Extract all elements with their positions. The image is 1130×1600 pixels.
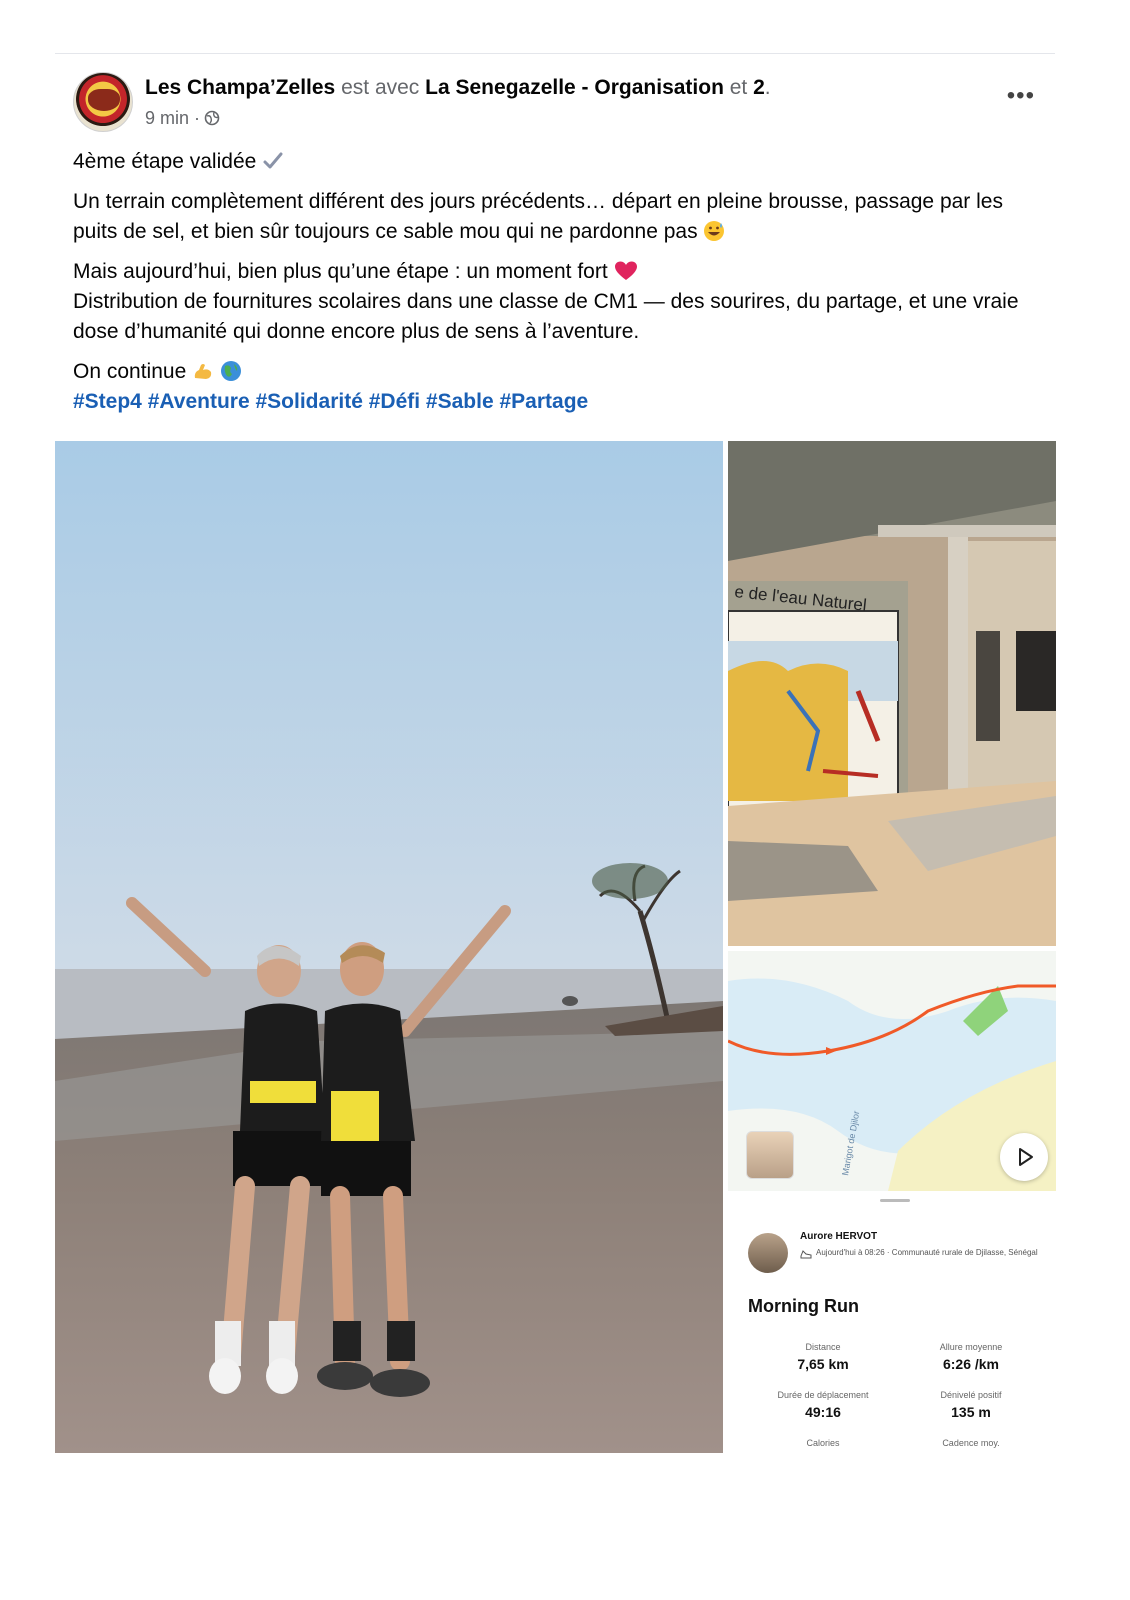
hashtag-link[interactable]: #Défi [369, 390, 420, 413]
stat-moving-time: Durée de déplacement 49:16 [777, 1390, 869, 1420]
activity-title: Morning Run [748, 1296, 859, 1316]
others-count[interactable]: 2 [753, 76, 765, 99]
athlete-name[interactable]: Aurore HERVOT [800, 1231, 877, 1242]
play-icon [1019, 1148, 1033, 1166]
hashtag-link[interactable]: #Aventure [148, 390, 250, 413]
photo-thumbnail[interactable] [746, 1131, 794, 1179]
stat-pace: Allure moyenne 6:26 /km [939, 1342, 1003, 1372]
hashtag-link[interactable]: #Partage [499, 390, 588, 413]
flexed-biceps-emoji-icon [192, 360, 214, 382]
post-time[interactable]: 9 min · [145, 106, 200, 130]
photo-runners-beach[interactable] [55, 441, 723, 1453]
tagged-page[interactable]: La Senegazelle - Organisation [425, 76, 724, 99]
activity-card: Aurore HERVOT Aujourd'hui à 08:26 · Comm… [728, 1191, 1056, 1453]
post-meta: 9 min · [145, 106, 220, 130]
more-options-icon[interactable]: ••• [1007, 84, 1035, 108]
red-heart-icon [614, 260, 638, 282]
post-header: Les Champa’Zelles est avec La Senegazell… [73, 72, 1035, 132]
post-paragraph-2: Un terrain complètement différent des jo… [73, 190, 1003, 243]
hashtag-link[interactable]: #Sable [426, 390, 494, 413]
post-body: 4ème étape validée Un terrain complèteme… [73, 147, 1038, 427]
stat-elevation: Dénivelé positif 135 m [940, 1390, 1002, 1420]
hashtag-link[interactable]: #Step4 [73, 390, 142, 413]
globe-earth-emoji-icon [220, 360, 242, 382]
post-paragraph-4: On continue #Step4 #Aventure #Solidarité… [73, 360, 589, 413]
globe-icon [204, 110, 220, 126]
stat-calories: Calories [806, 1438, 840, 1448]
post-line-1: 4ème étape validée [73, 147, 1038, 177]
athlete-avatar[interactable] [748, 1233, 788, 1273]
post-card: Les Champa’Zelles est avec La Senegazell… [55, 53, 1056, 1484]
post-author-line: Les Champa’Zelles est avec La Senegazell… [145, 76, 771, 99]
hashtag-link[interactable]: #Solidarité [256, 390, 363, 413]
strava-activity-screenshot[interactable]: Marigot de Djilor Aurore HERVOT Aujourd'… [728, 951, 1056, 1453]
play-button[interactable] [1000, 1133, 1048, 1181]
post-paragraph-3: Mais aujourd’hui, bien plus qu’une étape… [73, 260, 1019, 343]
shoe-icon [800, 1250, 812, 1259]
photo-school-mural[interactable]: e de l'eau Naturel [728, 441, 1056, 946]
stat-cadence: Cadence moy. [942, 1438, 1000, 1448]
stat-distance: Distance 7,65 km [797, 1342, 849, 1372]
grinning-sweat-emoji-icon [703, 220, 725, 242]
hashtag-list: #Step4 #Aventure #Solidarité #Défi #Sabl… [73, 390, 588, 413]
drag-handle[interactable] [880, 1199, 910, 1202]
with-text: est avec [341, 76, 420, 99]
check-mark-icon [262, 150, 284, 172]
author-name[interactable]: Les Champa’Zelles [145, 76, 335, 99]
and-text: et [729, 76, 748, 99]
page-avatar[interactable] [73, 72, 133, 132]
activity-subtitle: Aujourd'hui à 08:26 · Communauté rurale … [816, 1248, 1038, 1257]
